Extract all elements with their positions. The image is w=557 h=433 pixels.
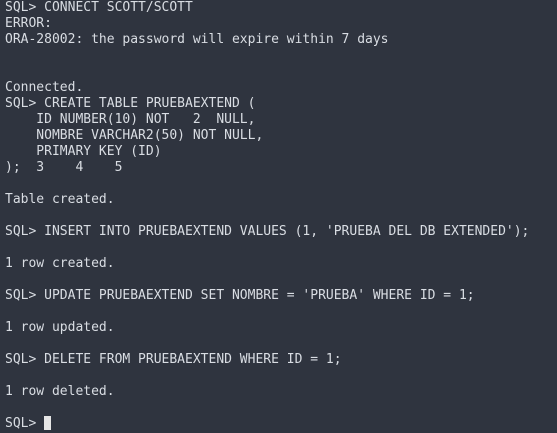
output-line: SQL> INSERT INTO PRUEBAEXTEND VALUES (1,… bbox=[5, 224, 530, 239]
output-line: ID NUMBER(10) NOT 2 NULL, bbox=[5, 112, 256, 127]
terminal-window[interactable]: SQL> CONNECT SCOTT/SCOTT ERROR: ORA-2800… bbox=[0, 0, 557, 433]
output-line: PRIMARY KEY (ID) bbox=[5, 144, 162, 159]
output-line: SQL> DELETE FROM PRUEBAEXTEND WHERE ID =… bbox=[5, 352, 342, 367]
prompt-line[interactable]: SQL> bbox=[5, 416, 557, 432]
output-line: 1 row created. bbox=[5, 256, 115, 271]
output-line: SQL> CREATE TABLE PRUEBAEXTEND ( bbox=[5, 96, 256, 111]
output-line: NOMBRE VARCHAR2(50) NOT NULL, bbox=[5, 128, 264, 143]
output-line: Table created. bbox=[5, 192, 115, 207]
output-line: ERROR: bbox=[5, 16, 52, 31]
output-line: ); 3 4 5 bbox=[5, 160, 123, 175]
output-line: SQL> CONNECT SCOTT/SCOTT bbox=[5, 0, 193, 15]
output-line: 1 row updated. bbox=[5, 320, 115, 335]
output-line: SQL> UPDATE PRUEBAEXTEND SET NOMBRE = 'P… bbox=[5, 288, 475, 303]
output-line: Connected. bbox=[5, 80, 84, 95]
output-line: ORA-28002: the password will expire with… bbox=[5, 32, 389, 47]
text-cursor bbox=[44, 416, 52, 430]
output-line: 1 row deleted. bbox=[5, 384, 115, 399]
sql-prompt: SQL> bbox=[5, 416, 45, 431]
